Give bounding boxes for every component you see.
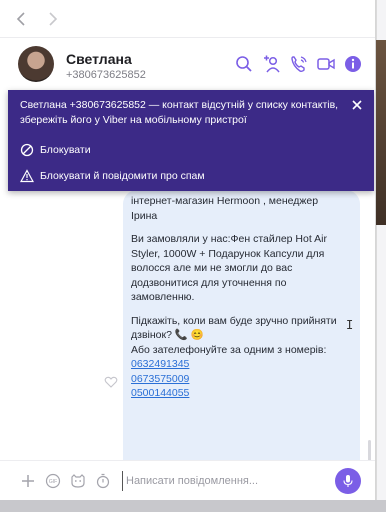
- nav-bar: [0, 0, 375, 38]
- back-arrow-icon[interactable]: [14, 11, 30, 27]
- message-line: інтернет-магазин Hermoon , менеджер: [131, 195, 319, 207]
- message-line: замовленню.: [131, 291, 195, 303]
- block-report-label: Блокувати й повідомити про спам: [40, 170, 205, 182]
- warning-icon: [19, 169, 35, 183]
- info-icon[interactable]: [343, 54, 363, 74]
- message-line: волосся але ми не змогли до вас: [131, 262, 293, 274]
- avatar[interactable]: [18, 46, 54, 82]
- sticker-icon[interactable]: [70, 473, 86, 489]
- timer-icon[interactable]: [95, 473, 111, 489]
- like-heart-icon[interactable]: [104, 375, 118, 389]
- message-line: Styler, 1000W + Подарунок Капсули для: [131, 247, 325, 260]
- contact-phone: +380673625852: [66, 69, 146, 81]
- plus-icon[interactable]: [20, 473, 36, 489]
- call-icon[interactable]: [289, 54, 309, 74]
- message-line: Або зателефонуйте за одним з номерів:: [131, 343, 327, 356]
- video-call-icon[interactable]: [316, 54, 336, 74]
- message-bubble[interactable]: інтернет-магазин Hermoon , менеджер Ірин…: [123, 190, 360, 500]
- composer-bar: GIF: [0, 460, 375, 500]
- text-cursor-icon: I: [346, 318, 354, 332]
- gif-icon[interactable]: GIF: [45, 473, 61, 489]
- banner-message: Светлана +380673625852 — контакт відсутн…: [20, 99, 339, 126]
- block-report-spam-button[interactable]: Блокувати й повідомити про спам: [19, 167, 270, 185]
- message-line: Ірина: [131, 209, 158, 222]
- chat-window: Светлана +380673625852 інтернет-магазин …: [0, 0, 376, 500]
- phone-link[interactable]: 0632491345: [131, 357, 357, 372]
- block-label: Блокувати: [40, 144, 91, 156]
- chat-header: Светлана +380673625852: [0, 38, 375, 90]
- search-icon[interactable]: [234, 54, 254, 74]
- phone-link[interactable]: 0673575009: [131, 372, 357, 387]
- voice-message-button[interactable]: [335, 468, 361, 494]
- microphone-icon: [343, 475, 353, 487]
- message-text: інтернет-магазин Hermoon , менеджер Ірин…: [131, 194, 357, 410]
- phone-link[interactable]: 0500144055: [131, 386, 357, 401]
- contact-name[interactable]: Светлана: [66, 51, 132, 67]
- message-line: дзвінок? 📞 😊: [131, 329, 204, 341]
- background-strip: [0, 500, 386, 512]
- forward-arrow-icon[interactable]: [44, 11, 60, 27]
- close-icon[interactable]: [350, 98, 364, 112]
- unknown-contact-banner: Светлана +380673625852 — контакт відсутн…: [8, 90, 374, 191]
- message-input[interactable]: [122, 471, 322, 491]
- message-line: Підкажіть, коли вам буде зручно прийняти: [131, 314, 337, 327]
- block-icon: [20, 143, 34, 157]
- message-line: Ви замовляли у нас:Фен стайлер Hot Air: [131, 233, 327, 245]
- message-line: додзвонитися для уточнення по: [131, 276, 287, 289]
- svg-text:GIF: GIF: [49, 479, 57, 485]
- add-contact-icon[interactable]: [262, 54, 282, 74]
- block-button[interactable]: Блокувати: [20, 141, 170, 159]
